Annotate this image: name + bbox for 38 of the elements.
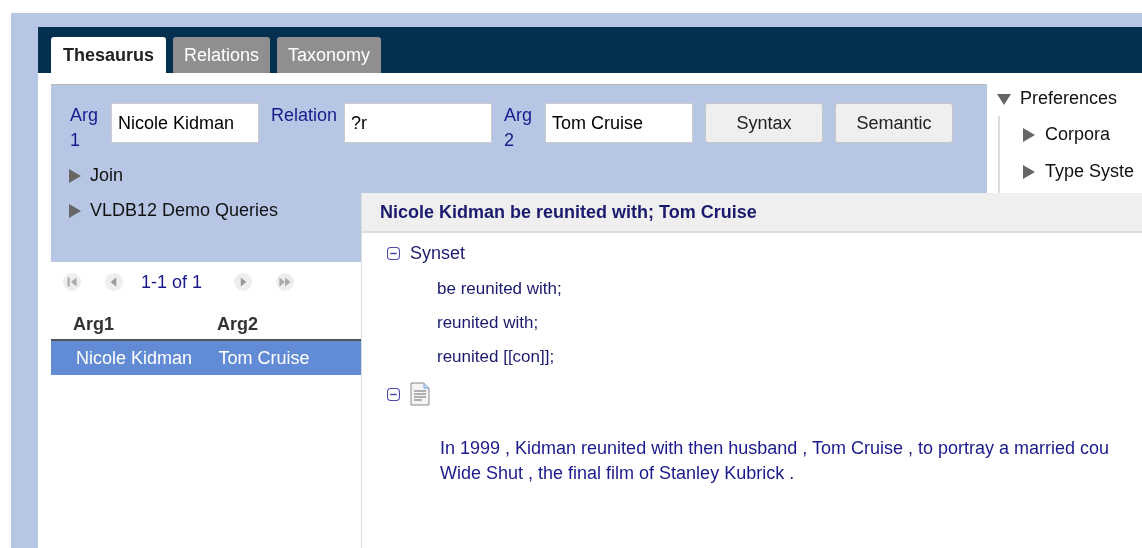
tab[interactable]: Thesaurus: [51, 37, 167, 73]
next-page-icon[interactable]: [234, 273, 253, 291]
page-count: 1-1 of 1: [141, 271, 203, 293]
input-field[interactable]: Tom Cruise: [545, 103, 694, 143]
expand-icon[interactable]: [1022, 164, 1036, 179]
synset-label: Synset: [410, 243, 466, 264]
last-page-icon[interactable]: [276, 273, 295, 291]
column-header: Arg1: [73, 314, 115, 335]
preference-item[interactable]: Corpora: [1045, 124, 1111, 145]
query-button[interactable]: Semantic: [835, 103, 954, 143]
expand-icon[interactable]: [1022, 127, 1036, 142]
table-cell-text: Nicole Kidman: [76, 347, 194, 369]
synset-item: reunited with;: [437, 312, 540, 334]
first-page-icon[interactable]: [63, 273, 81, 291]
expand-icon[interactable]: [68, 168, 82, 183]
input-field[interactable]: ?r: [344, 103, 493, 143]
document-icon: [410, 382, 430, 406]
expand-icon[interactable]: [997, 91, 1011, 106]
table-cell-text: Tom Cruise: [218, 347, 311, 369]
document-text-line: Wide Shut , the final film of Stanley Kubrick .: [440, 462, 796, 485]
field-label: Relation: [271, 104, 338, 127]
field-label: Arg 1: [70, 104, 99, 152]
preferences-toggle[interactable]: Preferences: [1020, 88, 1118, 109]
query-button[interactable]: Syntax: [705, 103, 824, 143]
synset-item: reunited [[con]];: [437, 346, 556, 368]
section-toggle[interactable]: VLDB12 Demo Queries: [90, 200, 279, 221]
field-label: Arg 2: [504, 104, 534, 152]
synset-item: be reunited with;: [437, 278, 563, 300]
document-text-line: In 1999 , Kidman reunited with then husband , Tom Cruise , to portray a married cou: [440, 437, 1111, 460]
column-header: Arg2: [217, 314, 259, 335]
collapse-icon[interactable]: [387, 247, 400, 260]
preference-item[interactable]: Type Syste: [1045, 161, 1135, 182]
collapse-icon[interactable]: [387, 387, 400, 401]
section-toggle[interactable]: Join: [90, 165, 124, 186]
expand-icon[interactable]: [68, 203, 82, 218]
popup-title: Nicole Kidman be reunited with; Tom Cruise: [380, 201, 757, 223]
previous-page-icon[interactable]: [105, 273, 123, 291]
input-field[interactable]: Nicole Kidman: [111, 103, 259, 143]
